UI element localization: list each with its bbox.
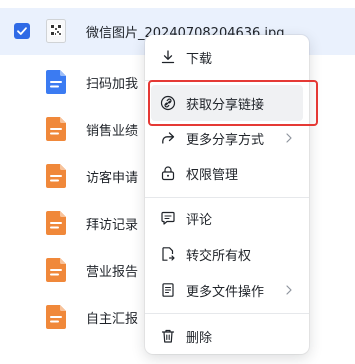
- sheet-file-icon: [46, 211, 66, 235]
- sheet-file-icon: [46, 305, 66, 329]
- menu-item-comment[interactable]: 评论: [151, 200, 303, 236]
- image-file-icon: [46, 19, 66, 43]
- row-checkbox[interactable]: [14, 23, 30, 39]
- file-name: 拜访记录: [86, 218, 139, 233]
- file-name: 扫码加我: [86, 77, 139, 92]
- comment-icon: [161, 211, 175, 225]
- menu-item-permissions[interactable]: 权限管理: [151, 155, 303, 191]
- menu-item-label: 转交所有权: [186, 248, 252, 264]
- menu-item-label: 删除: [186, 330, 213, 346]
- file-name: 营业报告: [86, 265, 139, 280]
- trash-icon: [161, 329, 175, 343]
- menu-item-label: 更多分享方式: [186, 132, 265, 148]
- sheet-file-icon: [46, 117, 66, 141]
- menu-item-label: 评论: [186, 212, 213, 228]
- chevron-right-icon: [286, 285, 292, 295]
- file-name: 访客申请: [86, 171, 139, 186]
- check-icon: [17, 27, 27, 35]
- menu-item-more-file-ops[interactable]: 更多文件操作: [151, 272, 303, 308]
- sheet-file-icon: [46, 258, 66, 282]
- menu-divider: [145, 313, 309, 314]
- menu-divider: [145, 197, 309, 198]
- menu-item-delete[interactable]: 删除: [151, 318, 303, 354]
- file-ops-icon: [162, 283, 174, 297]
- menu-item-label: 下载: [186, 51, 213, 67]
- share-icon: [162, 132, 175, 144]
- lock-icon: [161, 166, 175, 181]
- highlight-box: [148, 80, 318, 126]
- menu-item-label: 更多文件操作: [186, 284, 265, 300]
- chevron-right-icon: [286, 133, 292, 143]
- menu-item-label: 权限管理: [186, 167, 239, 183]
- menu-item-transfer-ownership[interactable]: 转交所有权: [151, 236, 303, 272]
- doc-file-icon: [46, 70, 66, 94]
- sheet-file-icon: [46, 164, 66, 188]
- menu-item-download[interactable]: 下载: [151, 39, 303, 75]
- transfer-icon: [162, 247, 175, 261]
- file-name: 销售业绩: [86, 124, 139, 139]
- file-name: 自主汇报: [86, 312, 139, 327]
- download-icon: [161, 50, 175, 64]
